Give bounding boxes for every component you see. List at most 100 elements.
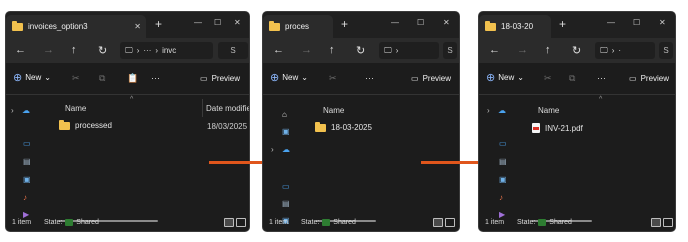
computer-icon: 🖵: [125, 45, 133, 55]
chevron-right-icon[interactable]: ›: [11, 106, 14, 115]
back-icon[interactable]: ←: [15, 44, 26, 56]
column-header-name[interactable]: Name: [323, 106, 344, 115]
state-value: Shared: [333, 219, 356, 226]
back-icon[interactable]: ←: [489, 44, 500, 56]
maximize-icon[interactable]: ☐: [214, 18, 221, 27]
chevron-right-icon[interactable]: ›: [271, 145, 274, 154]
column-header-name[interactable]: Name: [65, 104, 86, 113]
address-bar[interactable]: 🖵 › ·: [595, 42, 655, 59]
address-segment[interactable]: invc: [162, 46, 176, 55]
tab-active[interactable]: invoices_option3 ✕: [6, 15, 146, 38]
refresh-icon[interactable]: ↻: [98, 44, 107, 57]
preview-button[interactable]: ▭ Preview: [200, 74, 240, 83]
back-icon[interactable]: ←: [273, 44, 284, 56]
preview-button[interactable]: ▭ Preview: [629, 74, 669, 83]
plus-icon: ⊕: [270, 71, 280, 84]
more-options-icon[interactable]: ···: [597, 73, 606, 83]
forward-icon[interactable]: →: [517, 44, 528, 56]
forward-icon[interactable]: →: [43, 44, 54, 56]
details-view-button[interactable]: [224, 218, 234, 227]
shared-icon: [65, 219, 74, 226]
paste-icon[interactable]: 📋: [127, 73, 138, 84]
desktop-icon[interactable]: ▭: [499, 139, 507, 148]
music-icon[interactable]: ♪: [499, 193, 503, 202]
forward-icon[interactable]: →: [301, 44, 312, 56]
sort-caret-icon: ^: [599, 96, 603, 103]
search-input[interactable]: S: [218, 42, 248, 59]
tiles-view-button[interactable]: [663, 218, 673, 227]
onedrive-icon[interactable]: ☁: [498, 106, 506, 115]
up-icon[interactable]: ↑: [329, 44, 335, 56]
up-icon[interactable]: ↑: [71, 44, 77, 56]
minimize-icon[interactable]: —: [607, 18, 615, 27]
preview-pane-icon: ▭: [629, 74, 637, 83]
music-icon[interactable]: ♪: [23, 193, 27, 202]
onedrive-icon[interactable]: ☁: [282, 145, 290, 154]
copy-icon[interactable]: ⧉: [569, 73, 575, 84]
column-header-date[interactable]: Date modified: [206, 104, 249, 113]
list-item[interactable]: 18-03-2025: [315, 121, 372, 132]
shared-icon: [322, 219, 331, 226]
list-item[interactable]: INV-21.pdf: [532, 123, 583, 133]
gallery-icon[interactable]: ▣: [282, 127, 290, 136]
desktop-icon[interactable]: ▭: [23, 139, 31, 148]
new-tab-button[interactable]: +: [559, 17, 566, 31]
item-count: 1 item: [12, 219, 32, 226]
more-options-icon[interactable]: ···: [151, 73, 160, 83]
copy-icon[interactable]: ⧉: [99, 73, 105, 84]
documents-icon[interactable]: ▤: [282, 199, 290, 208]
close-window-icon[interactable]: ✕: [234, 18, 241, 27]
chevron-right-icon: ›: [136, 46, 140, 55]
onedrive-icon[interactable]: ☁: [22, 106, 30, 115]
refresh-icon[interactable]: ↻: [572, 44, 581, 57]
preview-button[interactable]: ▭ Preview: [411, 74, 451, 83]
details-view-button[interactable]: [651, 218, 661, 227]
command-bar: ⊕ New ⌄ ✂ ··· ▭ Preview: [263, 70, 459, 89]
preview-pane-icon: ▭: [411, 74, 419, 83]
address-bar[interactable]: 🖵 ›: [379, 42, 439, 59]
title-bar: 18-03-20 + — ☐ ✕: [479, 12, 675, 38]
minimize-icon[interactable]: —: [391, 18, 399, 27]
list-item[interactable]: processed: [59, 119, 112, 130]
pictures-icon[interactable]: ▣: [499, 175, 507, 184]
details-view-button[interactable]: [433, 218, 443, 227]
address-segment[interactable]: ·: [618, 46, 621, 55]
cut-icon[interactable]: ✂: [329, 73, 337, 84]
close-window-icon[interactable]: ✕: [659, 18, 666, 27]
new-button[interactable]: ⊕ New ⌄: [13, 72, 51, 83]
address-bar[interactable]: 🖵 › ··· › invc: [120, 42, 213, 59]
home-icon[interactable]: ⌂: [282, 110, 287, 119]
new-button[interactable]: ⊕ New ⌄: [486, 72, 524, 83]
up-icon[interactable]: ↑: [545, 44, 551, 56]
more-options-icon[interactable]: ···: [365, 73, 374, 83]
tab-title: 18-03-20: [501, 22, 534, 31]
maximize-icon[interactable]: ☐: [417, 18, 424, 27]
address-overflow[interactable]: ···: [143, 46, 151, 55]
new-tab-button[interactable]: +: [341, 17, 348, 31]
pictures-icon[interactable]: ▣: [23, 175, 31, 184]
tab-active[interactable]: proces: [263, 15, 333, 38]
documents-icon[interactable]: ▤: [499, 157, 507, 166]
close-window-icon[interactable]: ✕: [443, 18, 450, 27]
documents-icon[interactable]: ▤: [23, 157, 31, 166]
state-value: Shared: [549, 219, 572, 226]
cut-icon[interactable]: ✂: [72, 73, 80, 84]
tiles-view-button[interactable]: [445, 218, 455, 227]
preview-label: Preview: [211, 74, 241, 83]
folder-icon: [59, 119, 70, 130]
search-input[interactable]: S: [443, 42, 457, 59]
tiles-view-button[interactable]: [236, 218, 246, 227]
new-tab-button[interactable]: +: [155, 17, 162, 31]
cut-icon[interactable]: ✂: [544, 73, 552, 84]
column-header-name[interactable]: Name: [538, 106, 559, 115]
maximize-icon[interactable]: ☐: [633, 18, 640, 27]
tab-active[interactable]: 18-03-20: [479, 15, 551, 38]
tab-close-icon[interactable]: ✕: [129, 22, 146, 31]
state-label: State:: [517, 219, 536, 226]
chevron-right-icon[interactable]: ›: [487, 106, 490, 115]
desktop-icon[interactable]: ▭: [282, 182, 290, 191]
search-input[interactable]: S: [659, 42, 673, 59]
refresh-icon[interactable]: ↻: [356, 44, 365, 57]
minimize-icon[interactable]: —: [194, 18, 202, 27]
new-button[interactable]: ⊕ New ⌄: [270, 71, 308, 84]
